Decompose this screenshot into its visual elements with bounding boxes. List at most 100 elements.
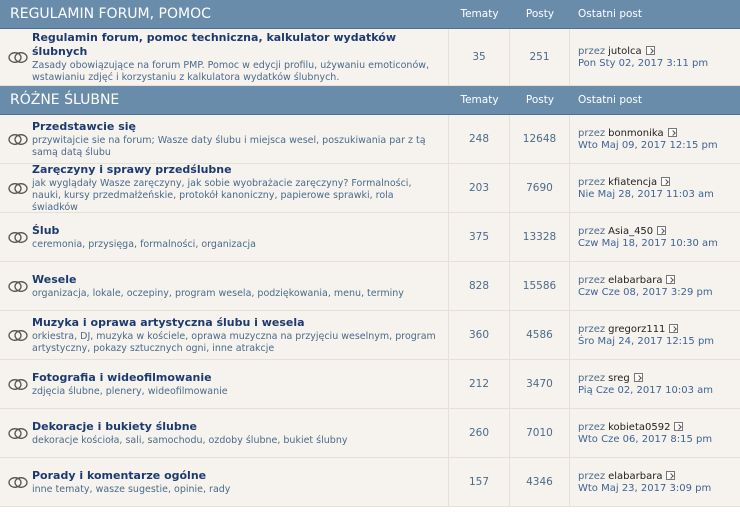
forum-row: Muzyka i oprawa artystyczna ślubu i wese… — [0, 311, 740, 360]
forum-rings-icon — [0, 409, 30, 457]
last-post-by-label: przez — [578, 176, 606, 188]
forum-title-link[interactable]: Wesele — [32, 273, 442, 287]
forum-title-link[interactable]: Fotografia i wideofilmowanie — [32, 371, 442, 385]
category-header: REGULAMIN FORUM, POMOC Tematy Posty Osta… — [0, 0, 740, 29]
goto-last-post-icon[interactable] — [669, 324, 679, 333]
forum-description: ceremonia, przysięga, formalności, organ… — [32, 238, 256, 250]
goto-last-post-icon[interactable] — [657, 226, 667, 235]
posts-count: 12648 — [510, 115, 570, 163]
goto-last-post-icon[interactable] — [667, 128, 677, 137]
topics-count: 248 — [449, 115, 510, 163]
forum-row: Fotografia i wideofilmowanie zdjęcia ślu… — [0, 360, 740, 409]
forum-title-link[interactable]: Dekoracje i bukiety ślubne — [32, 420, 442, 434]
last-post-date: Śro Maj 24, 2017 12:15 pm — [578, 335, 715, 347]
last-post-author-link[interactable]: kfiatencja — [608, 177, 657, 188]
forum-title-link[interactable]: Ślub — [32, 224, 442, 238]
goto-last-post-icon[interactable] — [666, 275, 676, 284]
last-post-by-label: przez — [578, 274, 606, 286]
forum-description: orkiestra, DJ, muzyka w kościele, oprawa… — [32, 330, 436, 354]
last-post-date: Pon Sty 02, 2017 3:11 pm — [578, 57, 709, 69]
last-post: przez kfiatencja Nie Maj 28, 2017 11:03 a… — [570, 164, 740, 212]
last-post-author-link[interactable]: Asia_450 — [608, 226, 653, 237]
last-post-column-header: Ostatni post — [578, 8, 642, 20]
last-post-by-label: przez — [578, 225, 606, 237]
last-post-author-link[interactable]: kobieta0592 — [608, 422, 670, 433]
posts-count: 251 — [510, 29, 570, 85]
last-post-by-label: przez — [578, 421, 606, 433]
last-post-date: Wto Maj 09, 2017 12:15 pm — [578, 139, 718, 151]
goto-last-post-icon[interactable] — [674, 422, 684, 431]
last-post-date: Wto Cze 06, 2017 8:15 pm — [578, 433, 713, 445]
last-post-date: Czw Maj 18, 2017 10:30 am — [578, 237, 718, 249]
topics-count: 360 — [449, 311, 510, 359]
last-post: przez elabarbara Czw Cze 08, 2017 3:29 pm — [570, 262, 740, 310]
forum-description: przywitajcie sie na forum; Wasze daty śl… — [32, 134, 426, 158]
goto-last-post-icon[interactable] — [666, 471, 676, 480]
last-post-author-link[interactable]: gregorz111 — [608, 324, 665, 335]
last-post: przez Asia_450 Czw Maj 18, 2017 10:30 am — [570, 213, 740, 261]
forum-rings-icon — [0, 360, 30, 408]
forum-description: zdjęcia ślubne, plenery, wideofilmowanie — [32, 385, 228, 397]
topics-column-header: Tematy — [460, 94, 499, 106]
posts-count: 7690 — [510, 164, 570, 212]
forum-row: Zaręczyny i sprawy przedślubne jak wyglą… — [0, 163, 740, 213]
forum-rings-icon — [0, 115, 30, 163]
forum-rings-icon — [0, 213, 30, 261]
last-post-date: Czw Cze 08, 2017 3:29 pm — [578, 286, 713, 298]
last-post-date: Wto Maj 23, 2017 3:09 pm — [578, 482, 712, 494]
forum-row: Regulamin forum, pomoc techniczna, kalku… — [0, 29, 740, 86]
forum-title-link[interactable]: Przedstawcie się — [32, 120, 442, 134]
goto-last-post-icon[interactable] — [645, 46, 655, 55]
category-header: RÓŻNE ŚLUBNE Tematy Posty Ostatni post — [0, 86, 740, 115]
last-post-author-link[interactable]: elabarbara — [608, 275, 662, 286]
last-post-author-link[interactable]: elabarbara — [608, 471, 662, 482]
forum-row: Przedstawcie się przywitajcie sie na for… — [0, 115, 740, 164]
posts-column-header: Posty — [525, 8, 555, 20]
posts-column-header: Posty — [525, 94, 555, 106]
forum-rings-icon — [0, 262, 30, 310]
topics-count: 212 — [449, 360, 510, 408]
posts-count: 3470 — [510, 360, 570, 408]
topics-count: 375 — [449, 213, 510, 261]
last-post-date: Nie Maj 28, 2017 11:03 am — [578, 188, 714, 200]
forum-title-link[interactable]: Porady i komentarze ogólne — [32, 469, 442, 483]
last-post-author-link[interactable]: sreg — [608, 373, 630, 384]
topics-count: 203 — [449, 164, 510, 212]
last-post-by-label: przez — [578, 372, 606, 384]
forum-rings-icon — [0, 311, 30, 359]
topics-count: 828 — [449, 262, 510, 310]
last-post-column-header: Ostatni post — [578, 94, 642, 106]
forum-rings-icon — [0, 29, 30, 85]
forum-rings-icon — [0, 164, 30, 212]
last-post: przez jutolca Pon Sty 02, 2017 3:11 pm — [570, 29, 740, 85]
last-post-by-label: przez — [578, 45, 606, 57]
goto-last-post-icon[interactable] — [661, 177, 671, 186]
forum-title-link[interactable]: Regulamin forum, pomoc techniczna, kalku… — [32, 31, 442, 59]
last-post-by-label: przez — [578, 127, 606, 139]
forum-index: REGULAMIN FORUM, POMOC Tematy Posty Osta… — [0, 0, 740, 507]
posts-count: 13328 — [510, 213, 570, 261]
forum-row: Dekoracje i bukiety ślubne dekoracje koś… — [0, 409, 740, 458]
forum-row: Wesele organizacja, lokale, oczepiny, pr… — [0, 262, 740, 311]
last-post: przez elabarbara Wto Maj 23, 2017 3:09 pm — [570, 458, 740, 506]
last-post: przez sreg Pią Cze 02, 2017 10:03 am — [570, 360, 740, 408]
topics-column-header: Tematy — [460, 8, 499, 20]
goto-last-post-icon[interactable] — [633, 373, 643, 382]
last-post-author-link[interactable]: jutolca — [608, 46, 642, 57]
forum-title-link[interactable]: Zaręczyny i sprawy przedślubne — [32, 163, 442, 177]
forum-description: Zasady obowiązujące na forum PMP. Pomoc … — [32, 59, 430, 83]
last-post-date: Pią Cze 02, 2017 10:03 am — [578, 384, 714, 396]
forum-rings-icon — [0, 458, 30, 506]
forum-description: inne tematy, wasze sugestie, opinie, rad… — [32, 483, 231, 495]
forum-description: organizacja, lokale, oczepiny, program w… — [32, 287, 404, 299]
posts-count: 4346 — [510, 458, 570, 506]
forum-row: Ślub ceremonia, przysięga, formalności, … — [0, 213, 740, 262]
forum-title-link[interactable]: Muzyka i oprawa artystyczna ślubu i wese… — [32, 316, 442, 330]
posts-count: 15586 — [510, 262, 570, 310]
last-post-author-link[interactable]: bonmonika — [608, 128, 664, 139]
topics-count: 157 — [449, 458, 510, 506]
category-title[interactable]: RÓŻNE ŚLUBNE — [0, 92, 449, 108]
category-title[interactable]: REGULAMIN FORUM, POMOC — [0, 6, 449, 22]
topics-count: 35 — [449, 29, 510, 85]
forum-description: dekoracje kościoła, sali, samochodu, ozd… — [32, 434, 348, 446]
